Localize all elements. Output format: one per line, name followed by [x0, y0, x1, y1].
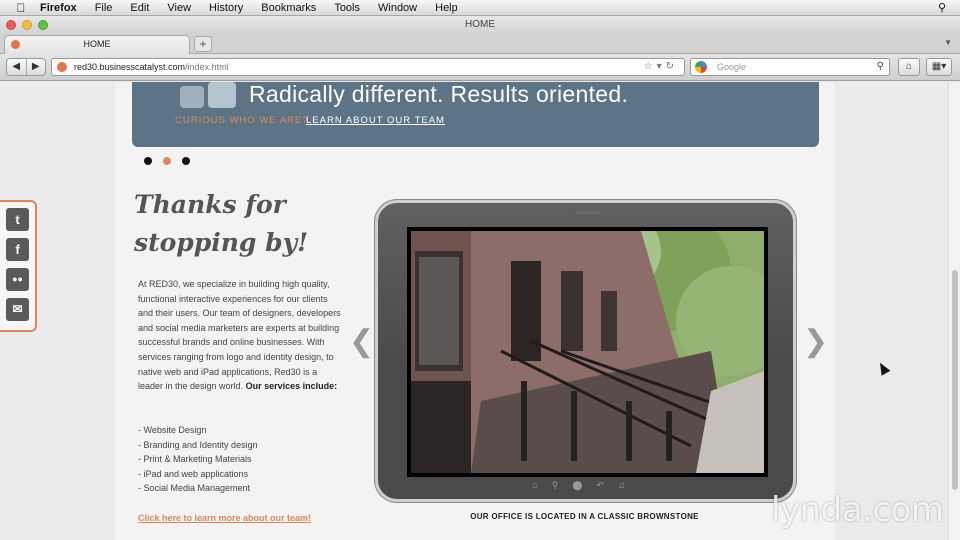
ipad-frame: ⌂⚲⬤↶♫ [375, 200, 796, 502]
tab-list-icon[interactable]: ▼ [944, 38, 952, 47]
slider-dot-2[interactable] [163, 157, 171, 165]
lynda-watermark: lynda.com [771, 490, 944, 530]
close-window-button[interactable] [6, 20, 16, 30]
facebook-icon[interactable]: f [6, 238, 29, 261]
flickr-icon[interactable]: ●● [6, 268, 29, 291]
people-icon [180, 82, 236, 108]
zoom-window-button[interactable] [38, 20, 48, 30]
tab-home[interactable]: HOME [4, 35, 190, 54]
search-icon[interactable]: ⚲ [877, 59, 884, 75]
mail-icon[interactable]: ✉ [6, 298, 29, 321]
photo-caption: OUR OFFICE IS LOCATED IN A CLASSIC BROWN… [470, 512, 699, 521]
slider-dot-1[interactable] [144, 157, 152, 165]
scrollbar-thumb[interactable] [952, 270, 958, 490]
search-bar[interactable]: Google ⚲ [690, 58, 890, 76]
spotlight-icon[interactable]: ⚲ [938, 1, 946, 14]
google-engine-icon[interactable] [695, 61, 707, 73]
learn-about-team-link[interactable]: LEARN ABOUT OUR TEAM [306, 115, 445, 126]
new-tab-button[interactable]: + [194, 36, 212, 52]
window-titlebar: HOME [0, 16, 960, 34]
url-dropdown-icon[interactable]: ▾ [657, 61, 666, 72]
url-domain: red30.businesscatalyst.com [74, 62, 186, 72]
vertical-scrollbar[interactable] [948, 82, 960, 540]
minimize-window-button[interactable] [22, 20, 32, 30]
list-item: - Print & Marketing Materials [138, 454, 252, 465]
list-item: - Social Media Management [138, 483, 251, 494]
menu-window[interactable]: Window [378, 2, 417, 14]
menu-view[interactable]: View [167, 2, 191, 14]
team-link[interactable]: Click here to learn more about our team! [138, 513, 311, 523]
brownstone-photo [411, 231, 764, 473]
site-favicon-icon [11, 40, 20, 49]
url-actions: ☆▾↻ [644, 59, 678, 75]
menu-history[interactable]: History [209, 2, 243, 14]
menu-edit[interactable]: Edit [130, 2, 149, 14]
bookmarks-menu-button[interactable]: ▦▾ [926, 58, 952, 76]
twitter-icon[interactable]: t [6, 208, 29, 231]
menu-help[interactable]: Help [435, 2, 458, 14]
hero-banner: Radically different. Results oriented. C… [132, 82, 819, 147]
banner-headline: Radically different. Results oriented. [249, 82, 629, 107]
intro-paragraph: At RED30, we specialize in building high… [138, 277, 344, 394]
services-intro: Our services include: [245, 381, 338, 392]
list-item: - Website Design [138, 425, 207, 435]
menu-bookmarks[interactable]: Bookmarks [261, 2, 316, 14]
back-forward-group: ◀ ▶ [6, 58, 46, 76]
thanks-line-1: Thanks for [134, 190, 286, 219]
social-sidebar: t f ●● ✉ [0, 200, 37, 332]
banner-curious-text: CURIOUS WHO WE ARE? [175, 115, 309, 126]
site-identity-icon[interactable] [57, 62, 67, 72]
list-item: - iPad and web applications [138, 468, 249, 479]
bookmark-star-icon[interactable]: ☆ [644, 61, 657, 72]
apple-icon[interactable]:  [14, 1, 28, 15]
slider-dot-3[interactable] [182, 157, 190, 165]
tablet-nav-icons: ⌂⚲⬤↶♫ [532, 480, 639, 490]
reload-icon[interactable]: ↻ [666, 61, 678, 72]
page-viewport: Radically different. Results oriented. C… [0, 82, 948, 540]
navigation-bar: ◀ ▶ red30.businesscatalyst.com/index.htm… [0, 54, 960, 81]
url-path: /index.html [185, 62, 229, 72]
thanks-heading: Thanks for stopping by! [134, 186, 334, 262]
tablet-camera [574, 211, 600, 214]
tab-bar: HOME + ▼ [0, 34, 960, 54]
tab-label: HOME [83, 39, 111, 49]
back-button[interactable]: ◀ [7, 59, 27, 75]
tablet-screen [407, 227, 768, 477]
page-content: Radically different. Results oriented. C… [115, 82, 835, 540]
next-arrow-icon[interactable]: ❯ [803, 324, 828, 359]
home-button[interactable]: ⌂ [898, 58, 920, 76]
thanks-line-2: stopping by! [134, 228, 309, 257]
url-bar[interactable]: red30.businesscatalyst.com/index.html ☆▾… [51, 58, 685, 76]
slider-dots [144, 157, 190, 165]
menu-file[interactable]: File [95, 2, 113, 14]
services-list: - Website Design - Branding and Identity… [138, 423, 258, 496]
mac-menubar:  Firefox File Edit View History Bookmar… [0, 0, 960, 16]
window-title: HOME [465, 19, 495, 30]
list-item: - Branding and Identity design [138, 439, 258, 450]
menu-app[interactable]: Firefox [40, 2, 77, 14]
menu-tools[interactable]: Tools [334, 2, 360, 14]
forward-button[interactable]: ▶ [27, 59, 46, 75]
prev-arrow-icon[interactable]: ❮ [349, 324, 374, 359]
intro-text: At RED30, we specialize in building high… [138, 279, 341, 392]
search-placeholder: Google [717, 62, 747, 72]
